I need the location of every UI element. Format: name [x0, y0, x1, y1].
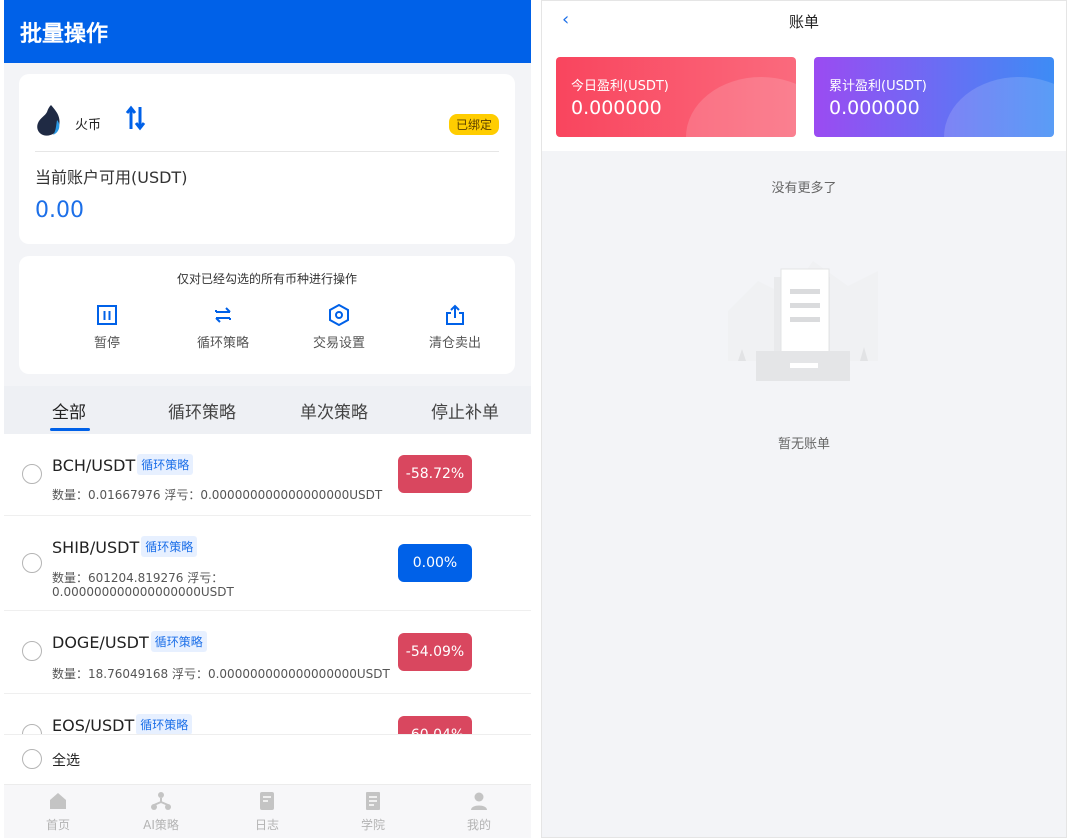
coin-detail-line-1: 数量：601204.819276 浮亏：	[52, 571, 224, 585]
liquidate-sell-button[interactable]: 清仓卖出	[415, 304, 495, 351]
available-label: 当前账户可用(USDT)	[35, 168, 188, 187]
row-checkbox[interactable]	[22, 553, 42, 573]
available-value: 0.00	[35, 198, 84, 223]
coin-detail-line-2: 0.000000000000000000USDT	[52, 585, 234, 599]
coin-detail: 数量：18.76049168 浮亏：0.000000000000000000US…	[52, 667, 390, 681]
list-item: BCH/USDT 循环策略 数量：0.01667976 浮亏：0.00000000…	[4, 434, 531, 516]
bill-header: ‹ 账单	[542, 1, 1066, 41]
today-profit-label: 今日盈利(USDT)	[571, 79, 669, 94]
batch-operation-panel: 批量操作 火币 已绑定 当前账户可用(USDT) 0.00 仅对已经勾选的所有币…	[4, 0, 531, 838]
coin-list: BCH/USDT 循环策略 数量：0.01667976 浮亏：0.00000000…	[4, 434, 531, 734]
nav-academy[interactable]: 学院	[343, 791, 403, 833]
huobi-logo-icon	[37, 104, 60, 136]
exchange-name: 火币	[75, 118, 102, 133]
nav-mine-label: 我的	[466, 818, 491, 832]
share-out-icon	[446, 304, 464, 325]
nav-home[interactable]: 首页	[28, 791, 88, 833]
row-checkbox[interactable]	[22, 464, 42, 484]
bill-title: 账单	[788, 13, 819, 31]
loop-strategy-label: 循环策略	[196, 336, 249, 351]
exchange-row: 火币 已绑定	[35, 90, 499, 152]
empty-bill-illustration	[728, 261, 878, 381]
pause-label: 暂停	[93, 336, 120, 351]
total-profit-card: 累计盈利(USDT) 0.000000	[814, 57, 1054, 137]
total-profit-value: 0.000000	[829, 97, 920, 119]
today-profit-value: 0.000000	[571, 97, 662, 119]
coin-symbol: BCH/USDT 循环策略	[52, 454, 194, 475]
swap-arrows-icon[interactable]	[125, 105, 147, 131]
ai-strategy-icon	[151, 792, 171, 810]
nav-mine[interactable]: 我的	[449, 791, 509, 833]
liquidate-sell-label: 清仓卖出	[428, 336, 481, 351]
today-profit-card: 今日盈利(USDT) 0.000000	[556, 57, 796, 137]
strategy-tag: 循环策略	[150, 631, 207, 652]
log-icon	[260, 792, 274, 810]
select-all-checkbox[interactable]	[22, 749, 42, 769]
nav-academy-label: 学院	[360, 818, 385, 832]
row-checkbox[interactable]	[22, 724, 42, 734]
percent-badge[interactable]: -54.09%	[398, 633, 472, 671]
academy-icon	[366, 792, 380, 810]
empty-bill-text: 暂无账单	[777, 437, 830, 452]
user-icon	[471, 792, 487, 810]
bound-status-badge: 已绑定	[448, 114, 499, 135]
strategy-tabs: 全部 循环策略 单次策略 停止补单	[4, 386, 531, 434]
tab-single-strategy[interactable]: 单次策略	[300, 398, 368, 423]
trade-settings-label: 交易设置	[312, 336, 365, 351]
nav-home-label: 首页	[45, 818, 70, 832]
strategy-tag: 循环策略	[137, 454, 194, 475]
operations-hint: 仅对已经勾选的所有币种进行操作	[176, 272, 357, 286]
nav-ai-strategy-label: AI策略	[143, 818, 179, 832]
profit-summary: 今日盈利(USDT) 0.000000 累计盈利(USDT) 0.000000	[542, 41, 1066, 151]
batch-operations-card: 仅对已经勾选的所有币种进行操作 暂停 循环策略 交易设置 清仓卖出	[19, 256, 515, 374]
symbol-text: DOGE/USDT	[52, 633, 149, 652]
coin-symbol: DOGE/USDT 循环策略	[52, 631, 207, 652]
bill-panel: ‹ 账单 今日盈利(USDT) 0.000000 累计盈利(USDT) 0.00…	[541, 0, 1067, 838]
strategy-tag: 循环策略	[141, 536, 198, 557]
no-more-text: 没有更多了	[771, 181, 837, 196]
coin-symbol: SHIB/USDT 循环策略	[52, 536, 198, 557]
coin-symbol: EOS/USDT 循环策略	[52, 714, 193, 734]
tab-all[interactable]: 全部	[52, 398, 86, 423]
trade-settings-button[interactable]: 交易设置	[299, 304, 379, 351]
symbol-text: EOS/USDT	[52, 716, 135, 734]
list-item: DOGE/USDT 循环策略 数量：18.76049168 浮亏：0.000000…	[4, 611, 531, 694]
account-card: 火币 已绑定 当前账户可用(USDT) 0.00	[19, 74, 515, 244]
coin-detail: 数量：601204.819276 浮亏： 0.00000000000000000…	[52, 571, 234, 599]
home-icon	[50, 793, 66, 809]
card-decoration	[944, 77, 1054, 137]
select-all-label[interactable]: 全选	[52, 750, 80, 770]
row-checkbox[interactable]	[22, 641, 42, 661]
percent-badge[interactable]: -58.72%	[398, 455, 472, 493]
tab-stop-replenish[interactable]: 停止补单	[431, 398, 499, 423]
nav-log[interactable]: 日志	[237, 791, 297, 833]
loop-icon	[215, 307, 231, 323]
coin-detail: 数量：0.01667976 浮亏：0.000000000000000000USD…	[52, 488, 383, 502]
symbol-text: BCH/USDT	[52, 456, 136, 475]
pause-button[interactable]: 暂停	[67, 304, 147, 351]
list-item: EOS/USDT循环策略 -60.04%	[4, 694, 531, 734]
settings-hex-icon	[329, 304, 349, 326]
percent-badge[interactable]: -60.04%	[398, 716, 472, 734]
tab-loop-strategy[interactable]: 循环策略	[168, 398, 236, 423]
symbol-text: SHIB/USDT	[52, 538, 140, 557]
card-decoration	[686, 77, 796, 137]
pause-icon	[97, 305, 117, 325]
total-profit-label: 累计盈利(USDT)	[829, 79, 927, 94]
select-all-bar: 全选	[4, 734, 531, 784]
bottom-navigation: 首页 AI策略 日志 学院 我的	[4, 784, 531, 838]
list-item: SHIB/USDT 循环策略 数量：601204.819276 浮亏： 0.000…	[4, 516, 531, 611]
strategy-tag: 循环策略	[136, 714, 193, 734]
percent-badge[interactable]: 0.00%	[398, 544, 472, 582]
loop-strategy-button[interactable]: 循环策略	[183, 304, 263, 351]
active-tab-indicator	[50, 428, 90, 431]
page-title: 批量操作	[4, 0, 531, 63]
nav-ai-strategy[interactable]: AI策略	[131, 791, 191, 833]
nav-log-label: 日志	[254, 818, 279, 832]
